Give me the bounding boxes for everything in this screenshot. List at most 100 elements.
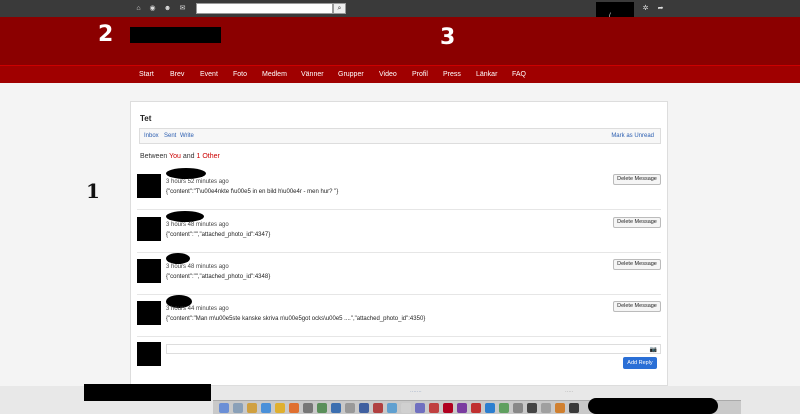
participant-you[interactable]: You [169, 153, 181, 160]
app-icon[interactable] [387, 403, 397, 413]
adobe-icon[interactable] [443, 403, 453, 413]
mail-icon[interactable]: ✉ [178, 4, 187, 13]
nav-item-medlem[interactable]: Medlem [262, 70, 287, 79]
message-content: {"content":"","attached_photo_id":4348} [166, 274, 271, 280]
avatar[interactable] [137, 259, 161, 283]
dock-redacted-region [588, 398, 718, 414]
gear-icon[interactable]: ✲ [641, 4, 650, 13]
delete-message-button[interactable]: Delete Message [613, 174, 661, 185]
camera-icon[interactable]: 📷 [650, 346, 657, 353]
avatar[interactable] [137, 174, 161, 198]
tab-inbox[interactable]: Inbox [144, 133, 159, 139]
between-prefix: Between [140, 153, 168, 160]
message-subnav: Inbox Sent Write Mark as Unread [139, 128, 661, 144]
app-icon[interactable] [415, 403, 425, 413]
finder-icon[interactable] [219, 403, 229, 413]
annotation-label-2: 2 [98, 22, 114, 47]
annotation-label-3: 3 [440, 25, 456, 50]
site-header: 2 3 [0, 17, 800, 65]
app-icon[interactable] [429, 403, 439, 413]
nav-item-start[interactable]: Start [139, 70, 154, 79]
delete-message-button[interactable]: Delete Message [613, 301, 661, 312]
footer-copyright: ····· [565, 389, 574, 395]
globe-icon[interactable]: ◉ [148, 4, 157, 13]
nav-item-profil[interactable]: Profil [412, 70, 428, 79]
app-icon[interactable] [499, 403, 509, 413]
home-icon[interactable]: ⌂ [134, 4, 143, 13]
skype-icon[interactable] [485, 403, 495, 413]
app-icon[interactable] [457, 403, 467, 413]
nav-item-video[interactable]: Video [379, 70, 397, 79]
message-divider [137, 294, 661, 295]
avatar[interactable] [137, 301, 161, 325]
avatar[interactable] [137, 217, 161, 241]
app-icon[interactable] [303, 403, 313, 413]
nav-item-vanner[interactable]: Vänner [301, 70, 324, 79]
site-logo-redacted[interactable] [130, 27, 221, 43]
app-icon[interactable] [401, 403, 411, 413]
sender-name-redacted[interactable] [166, 168, 206, 179]
message-content: {"content":"","attached_photo_id":4347} [166, 232, 271, 238]
footer-link[interactable]: ······· [410, 389, 422, 395]
app-icon[interactable] [555, 403, 565, 413]
message-timestamp: 3 hours 52 minutes ago [166, 179, 229, 185]
conversation-panel: Tet Inbox Sent Write Mark as Unread Betw… [130, 101, 668, 386]
chrome-icon[interactable] [275, 403, 285, 413]
message-item: 3 hours 48 minutes ago {"content":"","at… [137, 211, 661, 257]
participants-line: Between You and 1 Other [140, 153, 220, 160]
mark-unread-link[interactable]: Mark as Unread [611, 133, 654, 139]
nav-item-grupper[interactable]: Grupper [338, 70, 364, 79]
app-icon[interactable] [541, 403, 551, 413]
conversation-title: Tet [140, 114, 152, 123]
app-icon[interactable] [527, 403, 537, 413]
firefox-icon[interactable] [289, 403, 299, 413]
message-item: 3 hours 52 minutes ago {"content":"T\u00… [137, 168, 661, 214]
app-icon[interactable] [233, 403, 243, 413]
message-item: 3 hours 44 minutes ago {"content":"Man m… [137, 295, 661, 341]
message-divider [137, 209, 661, 210]
top-toolbar: ⌂ ◉ ☻ ✉ ⌕ / ✲ ➦ [0, 0, 800, 20]
message-divider [137, 252, 661, 253]
reply-input[interactable]: 📷 [166, 344, 661, 354]
message-timestamp: 3 hours 48 minutes ago [166, 222, 229, 228]
message-content: {"content":"T\u00e4nkte f\u00e5 in en bi… [166, 189, 339, 195]
avatar [137, 342, 161, 366]
sender-name-redacted[interactable] [166, 253, 190, 264]
delete-message-button[interactable]: Delete Message [613, 217, 661, 228]
app-icon[interactable] [359, 403, 369, 413]
message-timestamp: 3 hours 44 minutes ago [166, 306, 229, 312]
message-content: {"content":"Man m\u00e5ste kanske skriva… [166, 316, 426, 322]
search-button[interactable]: ⌕ [333, 3, 346, 14]
sender-name-redacted[interactable] [166, 211, 204, 222]
app-icon[interactable] [513, 403, 523, 413]
safari-icon[interactable] [261, 403, 271, 413]
app-icon[interactable] [317, 403, 327, 413]
message-item: 3 hours 48 minutes ago {"content":"","at… [137, 253, 661, 299]
app-icon[interactable] [247, 403, 257, 413]
app-icon[interactable] [373, 403, 383, 413]
participant-other[interactable]: 1 Other [196, 153, 219, 160]
add-reply-button[interactable]: Add Reply [623, 357, 657, 369]
message-divider [137, 336, 661, 337]
users-icon[interactable]: ☻ [163, 4, 172, 13]
annotation-label-1: 1 [86, 179, 100, 203]
search-icon: ⌕ [337, 5, 342, 12]
nav-item-event[interactable]: Event [200, 70, 218, 79]
app-icon[interactable] [345, 403, 355, 413]
nav-item-foto[interactable]: Foto [233, 70, 247, 79]
nav-item-brev[interactable]: Brev [170, 70, 184, 79]
search-input[interactable] [196, 3, 333, 14]
nav-item-press[interactable]: Press [443, 70, 461, 79]
app-icon[interactable] [471, 403, 481, 413]
main-nav: Start Brev Event Foto Medlem Vänner Grup… [0, 65, 800, 83]
delete-message-button[interactable]: Delete Message [613, 259, 661, 270]
app-icon[interactable] [569, 403, 579, 413]
tab-write[interactable]: Write [180, 133, 194, 139]
nav-item-lankar[interactable]: Länkar [476, 70, 497, 79]
message-timestamp: 3 hours 48 minutes ago [166, 264, 229, 270]
footer-redacted-region [84, 384, 211, 401]
nav-item-faq[interactable]: FAQ [512, 70, 526, 79]
tab-sent[interactable]: Sent [164, 133, 176, 139]
logout-icon[interactable]: ➦ [656, 4, 665, 13]
app-icon[interactable] [331, 403, 341, 413]
